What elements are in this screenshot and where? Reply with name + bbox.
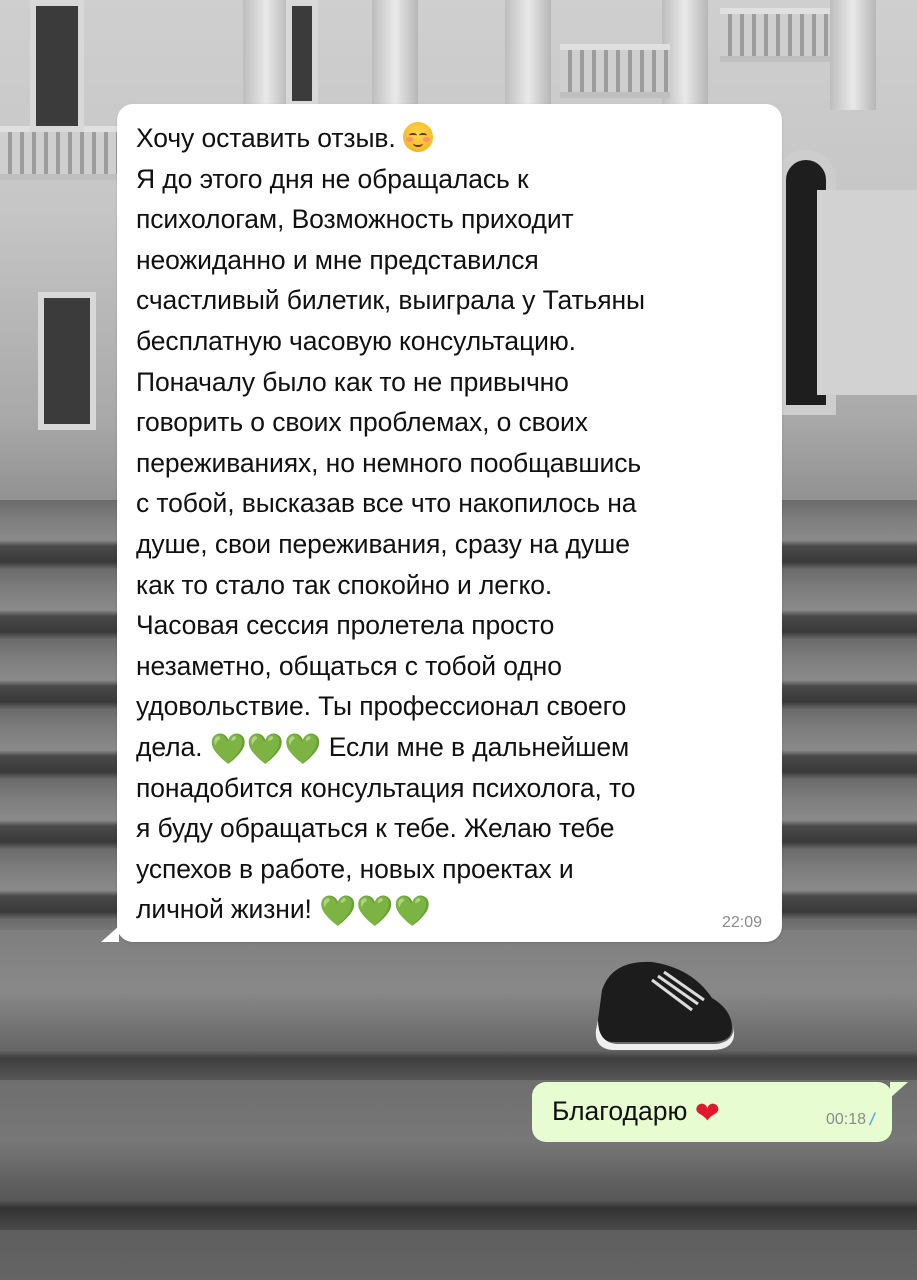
message-line: неожиданно и мне представился xyxy=(136,244,539,275)
side-wall xyxy=(817,190,917,395)
message-line: психологам, Возможность приходит xyxy=(136,204,574,235)
outgoing-message-text: Благодарю ❤ xyxy=(552,1096,720,1129)
message-line: я буду обращаться к тебе. Желаю тебе xyxy=(136,813,615,844)
column xyxy=(505,0,551,110)
message-line: счастливый билетик, выиграла у Татьяны xyxy=(136,285,645,316)
incoming-message-bubble[interactable]: Хочу оставить отзыв. Я до этого дня не о… xyxy=(101,104,782,942)
red-heart-icon: ❤ xyxy=(694,1096,720,1130)
green-heart-icon: 💚 xyxy=(356,895,394,929)
message-line: говорить о своих проблемах, о своих xyxy=(136,407,588,438)
balustrade xyxy=(0,126,117,180)
green-heart-icon: 💚 xyxy=(246,732,285,766)
green-heart-icon: 💚 xyxy=(319,895,357,929)
green-heart-icon: 💚 xyxy=(209,732,247,766)
column xyxy=(243,0,289,110)
message-line: как то стало так спокойно и легко. xyxy=(136,569,553,600)
column xyxy=(372,0,418,110)
green-heart-icon: 💚 xyxy=(284,732,322,766)
blush-emoji-icon xyxy=(402,122,433,152)
message-line: Часовая сессия пролетела просто xyxy=(136,610,555,641)
message-line: переживаниях, но немного пообщавшись xyxy=(136,447,642,478)
balustrade xyxy=(560,44,670,98)
outgoing-message-bubble[interactable]: Благодарю ❤ 00:18 // xyxy=(532,1082,908,1142)
outgoing-message-label: Благодарю xyxy=(552,1095,688,1126)
message-line: понадобится консультация психолога, то xyxy=(136,772,636,803)
column xyxy=(830,0,876,110)
message-line: незаметно, общаться с тобой одно xyxy=(136,650,562,681)
message-line: Хочу оставить отзыв. xyxy=(136,123,396,153)
window xyxy=(30,0,84,132)
sneaker xyxy=(595,961,734,1050)
green-heart-icon: 💚 xyxy=(393,895,431,929)
outgoing-message-time: 00:18 xyxy=(825,1111,866,1128)
message-line: с тобой, высказав все что накопилось на xyxy=(136,488,637,519)
window xyxy=(286,0,318,107)
incoming-message-text: Хочу оставить отзыв. Я до этого дня не о… xyxy=(136,118,752,930)
balustrade xyxy=(720,8,830,62)
message-line: бесплатную часовую консультацию. xyxy=(136,325,576,356)
message-line: удовольствие. Ты профессионал своего xyxy=(136,691,627,722)
message-line: Если мне в дальнейшем xyxy=(328,731,630,762)
incoming-message-time: 22:09 xyxy=(721,914,762,931)
message-line: дела. xyxy=(136,731,203,762)
outgoing-message-meta: 00:18 // xyxy=(825,1110,872,1130)
message-line: личной жизни! xyxy=(136,894,312,925)
message-line: Я до этого дня не обращалась к xyxy=(136,163,529,194)
message-line: успехов в работе, новых проектах и xyxy=(136,853,574,884)
read-double-check-icon: // xyxy=(868,1110,872,1129)
message-line: Поначалу было как то не привычно xyxy=(136,366,569,397)
window xyxy=(38,292,96,430)
message-line: душе, свои переживания, сразу на душе xyxy=(136,528,630,559)
